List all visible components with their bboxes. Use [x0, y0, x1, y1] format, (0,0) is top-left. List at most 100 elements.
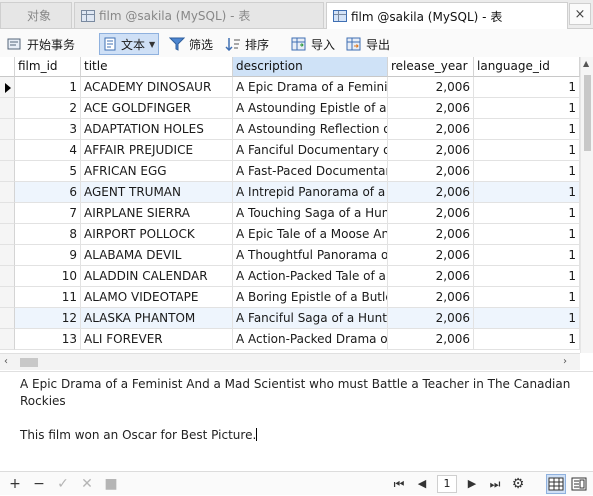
row-marker[interactable]: [0, 308, 15, 329]
vertical-scroll-thumb[interactable]: [584, 75, 591, 151]
cell-description[interactable]: A Epic Drama of a Feminist: [233, 77, 388, 98]
horizontal-scroll-thumb[interactable]: [20, 358, 38, 367]
cell-language-id[interactable]: 1: [474, 161, 580, 182]
cell-release-year[interactable]: 2,006: [388, 287, 474, 308]
column-header-description[interactable]: description: [233, 57, 388, 77]
text-detail-pane[interactable]: A Epic Drama of a Feminist And a Mad Sci…: [0, 371, 593, 468]
table-row[interactable]: 9 ALABAMA DEVIL A Thoughtful Panorama of 2,…: [0, 245, 580, 266]
cell-release-year[interactable]: 2,006: [388, 224, 474, 245]
row-marker[interactable]: [0, 98, 15, 119]
chevron-down-icon[interactable]: ▼: [149, 40, 155, 49]
cell-release-year[interactable]: 2,006: [388, 182, 474, 203]
vertical-scrollbar[interactable]: ▲: [580, 57, 593, 353]
table-row[interactable]: 10 ALADDIN CALENDAR A Action-Packed Tale o…: [0, 266, 580, 287]
row-marker[interactable]: [0, 203, 15, 224]
scroll-right-icon[interactable]: ›: [563, 356, 567, 367]
cell-description[interactable]: A Fanciful Saga of a Hunter: [233, 308, 388, 329]
cell-description[interactable]: A Thoughtful Panorama of: [233, 245, 388, 266]
cell-film-id[interactable]: 7: [15, 203, 81, 224]
delete-record-button[interactable]: −: [30, 475, 48, 493]
horizontal-scrollbar[interactable]: ‹ ›: [0, 353, 580, 370]
row-marker[interactable]: [0, 245, 15, 266]
cell-film-id[interactable]: 3: [15, 119, 81, 140]
cell-language-id[interactable]: 1: [474, 203, 580, 224]
row-marker[interactable]: [0, 329, 15, 350]
sort-button[interactable]: 排序: [225, 33, 269, 55]
cell-title[interactable]: ALASKA PHANTOM: [81, 308, 233, 329]
cell-film-id[interactable]: 9: [15, 245, 81, 266]
cell-title[interactable]: ADAPTATION HOLES: [81, 119, 233, 140]
table-row[interactable]: 1 ACADEMY DINOSAUR A Epic Drama of a Femin…: [0, 77, 580, 98]
cell-film-id[interactable]: 1: [15, 77, 81, 98]
cell-language-id[interactable]: 1: [474, 329, 580, 350]
column-header-language-id[interactable]: language_id: [474, 57, 580, 77]
table-row[interactable]: 2 ACE GOLDFINGER A Astounding Epistle of a…: [0, 98, 580, 119]
cell-language-id[interactable]: 1: [474, 287, 580, 308]
cell-language-id[interactable]: 1: [474, 224, 580, 245]
grid-view-button[interactable]: [546, 474, 566, 494]
begin-transaction-button[interactable]: 开始事务: [7, 33, 75, 55]
apply-changes-button[interactable]: ✓: [54, 475, 72, 493]
filter-button[interactable]: 筛选: [169, 33, 213, 55]
tab-objects[interactable]: 对象: [0, 2, 72, 28]
cell-language-id[interactable]: 1: [474, 119, 580, 140]
cell-description[interactable]: A Fanciful Documentary of: [233, 140, 388, 161]
cell-film-id[interactable]: 5: [15, 161, 81, 182]
previous-page-button[interactable]: ◀: [413, 475, 431, 493]
cell-film-id[interactable]: 8: [15, 224, 81, 245]
settings-button[interactable]: ⚙: [509, 475, 527, 493]
column-header-title[interactable]: title: [81, 57, 233, 77]
cell-language-id[interactable]: 1: [474, 308, 580, 329]
table-row[interactable]: 12 ALASKA PHANTOM A Fanciful Saga of a Hun…: [0, 308, 580, 329]
cell-language-id[interactable]: 1: [474, 245, 580, 266]
row-marker[interactable]: [0, 77, 15, 98]
row-marker[interactable]: [0, 287, 15, 308]
cell-description[interactable]: A Boring Epistle of a Butler: [233, 287, 388, 308]
table-row[interactable]: 3 ADAPTATION HOLES A Astounding Reflection…: [0, 119, 580, 140]
cell-release-year[interactable]: 2,006: [388, 161, 474, 182]
cell-title[interactable]: ALAMO VIDEOTAPE: [81, 287, 233, 308]
export-button[interactable]: 导出: [346, 33, 390, 55]
cell-language-id[interactable]: 1: [474, 77, 580, 98]
table-row[interactable]: 11 ALAMO VIDEOTAPE A Boring Epistle of a B…: [0, 287, 580, 308]
next-page-button[interactable]: ▶: [463, 475, 481, 493]
cell-description[interactable]: A Epic Tale of a Moose And: [233, 224, 388, 245]
cell-language-id[interactable]: 1: [474, 140, 580, 161]
cell-title[interactable]: AGENT TRUMAN: [81, 182, 233, 203]
cell-description[interactable]: A Touching Saga of a Hunt: [233, 203, 388, 224]
cell-release-year[interactable]: 2,006: [388, 140, 474, 161]
cell-title[interactable]: ALI FOREVER: [81, 329, 233, 350]
cell-film-id[interactable]: 2: [15, 98, 81, 119]
table-row[interactable]: 5 AFRICAN EGG A Fast-Paced Documentary 2,00…: [0, 161, 580, 182]
cell-title[interactable]: ACE GOLDFINGER: [81, 98, 233, 119]
page-number-field[interactable]: 1: [437, 475, 457, 493]
cell-film-id[interactable]: 12: [15, 308, 81, 329]
row-marker[interactable]: [0, 140, 15, 161]
cell-title[interactable]: AFFAIR PREJUDICE: [81, 140, 233, 161]
form-view-button[interactable]: [569, 474, 589, 494]
cell-description[interactable]: A Astounding Epistle of a D: [233, 98, 388, 119]
tab-film-table-1[interactable]: film @sakila (MySQL) - 表: [74, 2, 324, 28]
cell-film-id[interactable]: 6: [15, 182, 81, 203]
column-header-release-year[interactable]: release_year: [388, 57, 474, 77]
row-marker[interactable]: [0, 224, 15, 245]
cell-release-year[interactable]: 2,006: [388, 308, 474, 329]
cell-description[interactable]: A Fast-Paced Documentary: [233, 161, 388, 182]
table-row[interactable]: 4 AFFAIR PREJUDICE A Fanciful Documentary …: [0, 140, 580, 161]
cell-language-id[interactable]: 1: [474, 98, 580, 119]
row-marker[interactable]: [0, 266, 15, 287]
cell-title[interactable]: AFRICAN EGG: [81, 161, 233, 182]
table-row[interactable]: 6 AGENT TRUMAN A Intrepid Panorama of a R2…: [0, 182, 580, 203]
cell-title[interactable]: ALABAMA DEVIL: [81, 245, 233, 266]
row-marker[interactable]: [0, 161, 15, 182]
column-header-film-id[interactable]: film_id: [15, 57, 81, 77]
discard-changes-button[interactable]: ✕: [78, 475, 96, 493]
cell-film-id[interactable]: 11: [15, 287, 81, 308]
scroll-left-icon[interactable]: ‹: [4, 356, 8, 367]
cell-release-year[interactable]: 2,006: [388, 245, 474, 266]
cell-description[interactable]: A Astounding Reflection of: [233, 119, 388, 140]
cell-film-id[interactable]: 10: [15, 266, 81, 287]
cell-description[interactable]: A Action-Packed Drama of: [233, 329, 388, 350]
cell-film-id[interactable]: 4: [15, 140, 81, 161]
cell-title[interactable]: AIRPLANE SIERRA: [81, 203, 233, 224]
